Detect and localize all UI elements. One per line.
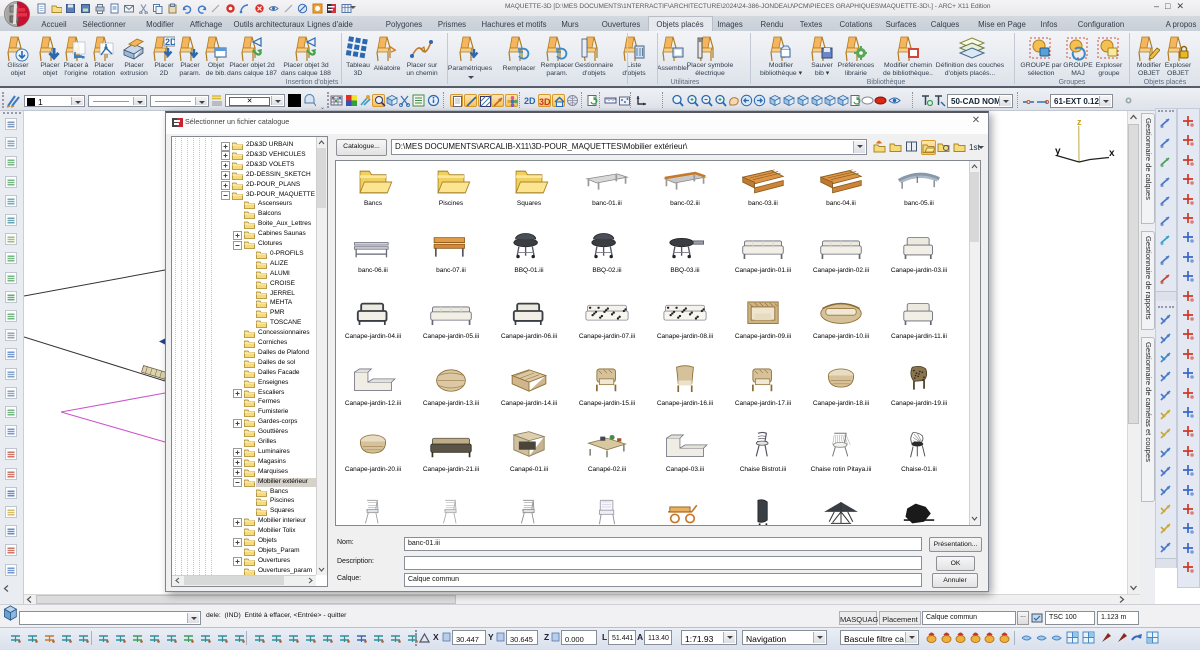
svg-text:2D: 2D [524,96,536,106]
svg-text:2D: 2D [165,37,175,47]
svg-text:y: y [1055,146,1061,157]
svg-text:3D: 3D [539,97,551,107]
svg-text:z: z [1077,117,1082,127]
svg-text:x: x [1109,148,1115,159]
